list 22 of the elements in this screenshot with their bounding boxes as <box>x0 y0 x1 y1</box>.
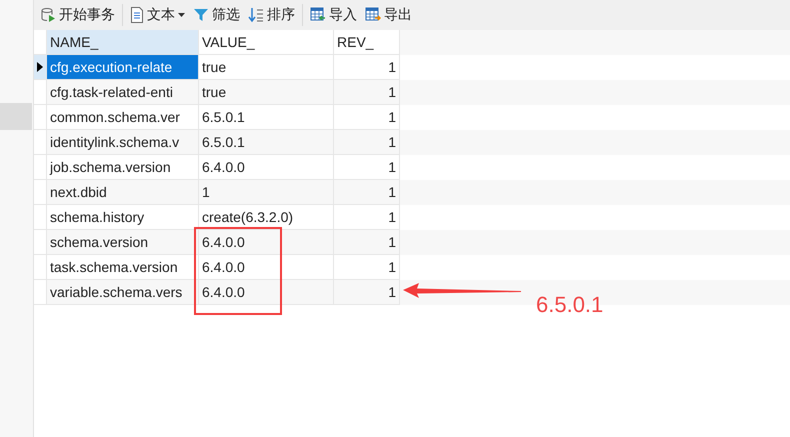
table-export-icon <box>365 7 381 23</box>
current-row-icon <box>37 62 43 72</box>
filter-icon <box>193 7 209 23</box>
toolbar-button[interactable]: 导入 <box>306 2 361 28</box>
table-cell: 6.4.0.0 <box>199 280 334 305</box>
document-icon <box>130 7 144 23</box>
toolbar-button[interactable]: 开始事务 <box>36 2 119 28</box>
database-play-icon <box>40 7 56 23</box>
row-indicator[interactable] <box>34 55 47 80</box>
toolbar-button[interactable]: 导出 <box>361 2 416 28</box>
table-import-icon <box>310 7 326 23</box>
toolbar-button[interactable]: 筛选 <box>189 2 244 28</box>
table-cell: variable.schema.vers <box>47 280 199 305</box>
table-cell: 1 <box>334 280 400 305</box>
annotation-text: 6.5.0.1 <box>536 292 604 318</box>
column-header[interactable]: VALUE_ <box>199 30 334 55</box>
column-header[interactable]: NAME_ <box>47 30 199 55</box>
table-cell: cfg.execution-relate <box>47 55 199 80</box>
toolbar-button[interactable]: 文本 <box>126 2 189 28</box>
toolbar-button[interactable]: 排序 <box>244 2 299 28</box>
column-header[interactable]: REV_ <box>334 30 400 55</box>
sort-icon <box>248 7 264 23</box>
